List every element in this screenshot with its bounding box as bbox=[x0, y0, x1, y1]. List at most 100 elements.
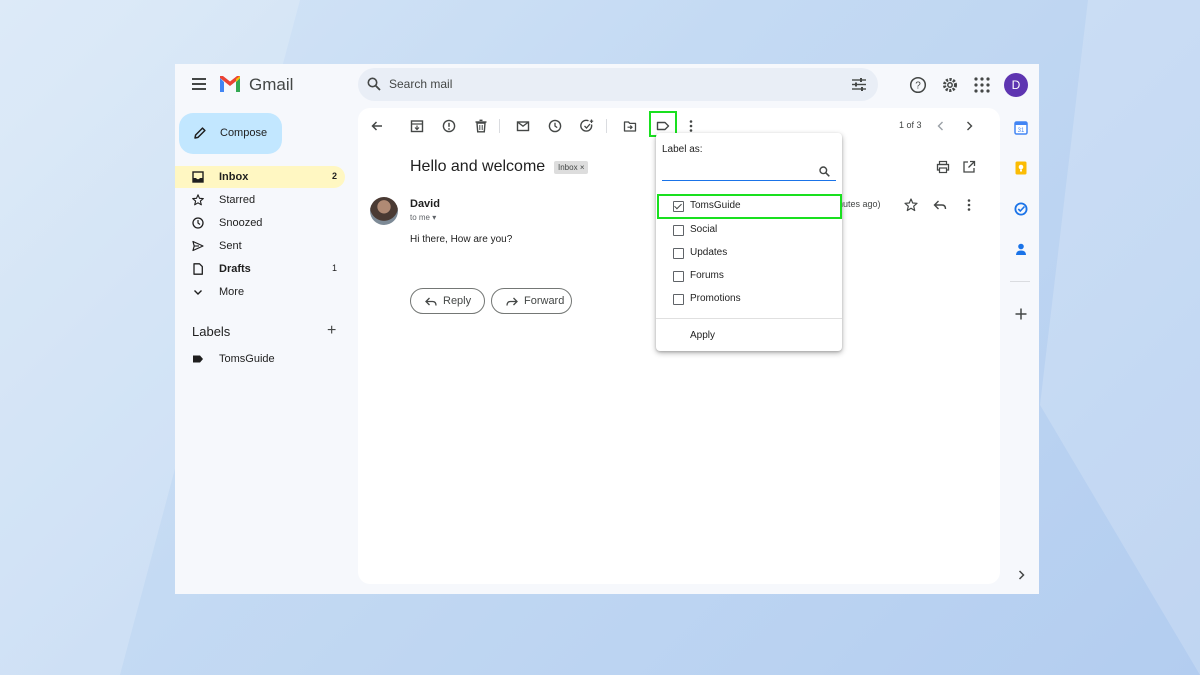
gmail-logo-icon bbox=[220, 76, 240, 92]
option-highlight bbox=[657, 194, 842, 219]
checkbox[interactable] bbox=[673, 294, 684, 305]
sidebar-item-label: TomsGuide bbox=[219, 353, 275, 365]
settings-icon[interactable] bbox=[941, 76, 959, 94]
label-option-updates[interactable]: Updates bbox=[656, 242, 842, 265]
checkbox[interactable] bbox=[673, 271, 684, 282]
chevron-down-icon bbox=[194, 290, 202, 295]
open-new-window-icon[interactable] bbox=[962, 160, 976, 174]
help-icon[interactable]: ? bbox=[909, 76, 927, 94]
send-icon bbox=[192, 240, 204, 252]
pencil-icon bbox=[194, 127, 206, 139]
tasks-icon[interactable] bbox=[1014, 202, 1028, 216]
sidebar-item-label: More bbox=[219, 286, 245, 298]
chevron-left-icon[interactable] bbox=[934, 119, 948, 133]
main-menu-icon[interactable] bbox=[192, 78, 206, 90]
draft-count: 1 bbox=[331, 263, 337, 273]
apps-grid-icon[interactable] bbox=[973, 76, 991, 94]
sidebar-item-starred[interactable]: Starred bbox=[175, 189, 345, 211]
search-options-icon[interactable] bbox=[852, 78, 866, 91]
more-vert-icon[interactable] bbox=[684, 119, 698, 133]
expand-side-panel-icon[interactable] bbox=[1014, 568, 1028, 582]
search-bar[interactable]: Search mail bbox=[358, 68, 878, 101]
unread-count: 2 bbox=[331, 171, 337, 181]
menu-divider bbox=[656, 318, 842, 319]
reply-label: Reply bbox=[443, 295, 472, 307]
label-option-promotions[interactable]: Promotions bbox=[656, 288, 842, 311]
forward-icon bbox=[506, 297, 518, 306]
rail-divider bbox=[1010, 281, 1030, 282]
labels-heading: Labels bbox=[192, 324, 231, 339]
inbox-label-chip[interactable]: Inbox × bbox=[554, 161, 589, 174]
more-vert-icon[interactable] bbox=[962, 198, 976, 212]
create-label-icon[interactable]: + bbox=[327, 323, 336, 339]
archive-icon[interactable] bbox=[410, 119, 424, 133]
star-icon[interactable] bbox=[904, 198, 918, 212]
sidebar-item-label: Drafts bbox=[219, 263, 251, 275]
label-option-text: Updates bbox=[690, 247, 728, 258]
search-input[interactable]: Search mail bbox=[389, 77, 452, 91]
chevron-right-icon[interactable] bbox=[962, 119, 976, 133]
add-task-icon[interactable] bbox=[580, 119, 594, 133]
reply-icon[interactable] bbox=[933, 198, 947, 212]
pagination-text: 1 of 3 bbox=[899, 120, 922, 130]
label-option-forums[interactable]: Forums bbox=[656, 265, 842, 288]
svg-text:31: 31 bbox=[1018, 128, 1025, 134]
snooze-icon[interactable] bbox=[548, 119, 562, 133]
label-as-menu: Label as: TomsGuide Social Updates Forum… bbox=[656, 133, 842, 351]
recipient-label: to me bbox=[410, 213, 431, 222]
label-option-social[interactable]: Social bbox=[656, 219, 842, 242]
clock-icon bbox=[192, 217, 204, 229]
search-icon[interactable] bbox=[367, 77, 381, 91]
print-icon[interactable] bbox=[936, 160, 950, 174]
keep-icon[interactable] bbox=[1014, 161, 1028, 175]
sidebar-item-inbox[interactable]: Inbox 2 bbox=[175, 166, 345, 188]
back-arrow-icon[interactable] bbox=[370, 119, 384, 133]
inbox-icon bbox=[192, 171, 204, 183]
sidebar-item-sent[interactable]: Sent bbox=[175, 235, 345, 257]
sender-name[interactable]: David bbox=[410, 198, 440, 210]
forward-label: Forward bbox=[524, 295, 565, 307]
label-menu-title: Label as: bbox=[662, 144, 703, 155]
sidebar-item-more[interactable]: More bbox=[175, 281, 345, 303]
sidebar-item-label: Snoozed bbox=[219, 217, 263, 229]
label-tag-icon bbox=[193, 355, 203, 363]
sidebar-item-label: Sent bbox=[219, 240, 242, 252]
star-icon bbox=[192, 194, 204, 206]
calendar-icon[interactable]: 31 bbox=[1014, 121, 1028, 135]
apply-button[interactable]: Apply bbox=[690, 330, 715, 341]
trash-icon[interactable] bbox=[474, 119, 488, 133]
email-body: Hi there, How are you? bbox=[410, 234, 513, 245]
sidebar-item-drafts[interactable]: Drafts 1 bbox=[175, 258, 345, 280]
sidebar-label-tomsguide[interactable]: TomsGuide bbox=[175, 348, 345, 370]
move-to-icon[interactable] bbox=[623, 119, 637, 133]
sidebar-item-snoozed[interactable]: Snoozed bbox=[175, 212, 345, 234]
recipient-details[interactable]: to me ▾ bbox=[410, 213, 436, 222]
reply-button[interactable]: Reply bbox=[410, 288, 485, 314]
sender-avatar[interactable] bbox=[370, 197, 398, 225]
label-option-text: Forums bbox=[690, 270, 724, 281]
email-subject: Hello and welcome bbox=[410, 158, 546, 175]
forward-button[interactable]: Forward bbox=[491, 288, 572, 314]
contacts-icon[interactable] bbox=[1014, 242, 1028, 256]
chip-label: Inbox bbox=[558, 163, 578, 172]
label-search-input[interactable] bbox=[662, 163, 836, 181]
svg-text:?: ? bbox=[915, 81, 921, 92]
account-avatar[interactable]: D bbox=[1004, 73, 1028, 97]
label-option-text: Social bbox=[690, 224, 718, 235]
report-spam-icon[interactable] bbox=[442, 119, 456, 133]
app-name: Gmail bbox=[249, 75, 294, 94]
reply-icon bbox=[425, 297, 437, 306]
search-icon bbox=[819, 166, 830, 177]
label-option-text: Promotions bbox=[690, 293, 741, 304]
close-icon[interactable]: × bbox=[580, 163, 585, 172]
checkbox[interactable] bbox=[673, 225, 684, 236]
caret-down-icon[interactable]: ▾ bbox=[432, 213, 436, 222]
draft-icon bbox=[193, 263, 203, 275]
compose-label: Compose bbox=[220, 127, 268, 139]
gmail-window: Gmail Search mail ? D Compose Inbox 2 St… bbox=[175, 64, 1039, 594]
compose-button[interactable]: Compose bbox=[179, 113, 282, 154]
mark-unread-icon[interactable] bbox=[516, 119, 530, 133]
add-addon-icon[interactable] bbox=[1014, 307, 1028, 321]
checkbox[interactable] bbox=[673, 248, 684, 259]
email-time: inutes ago) bbox=[836, 199, 881, 209]
